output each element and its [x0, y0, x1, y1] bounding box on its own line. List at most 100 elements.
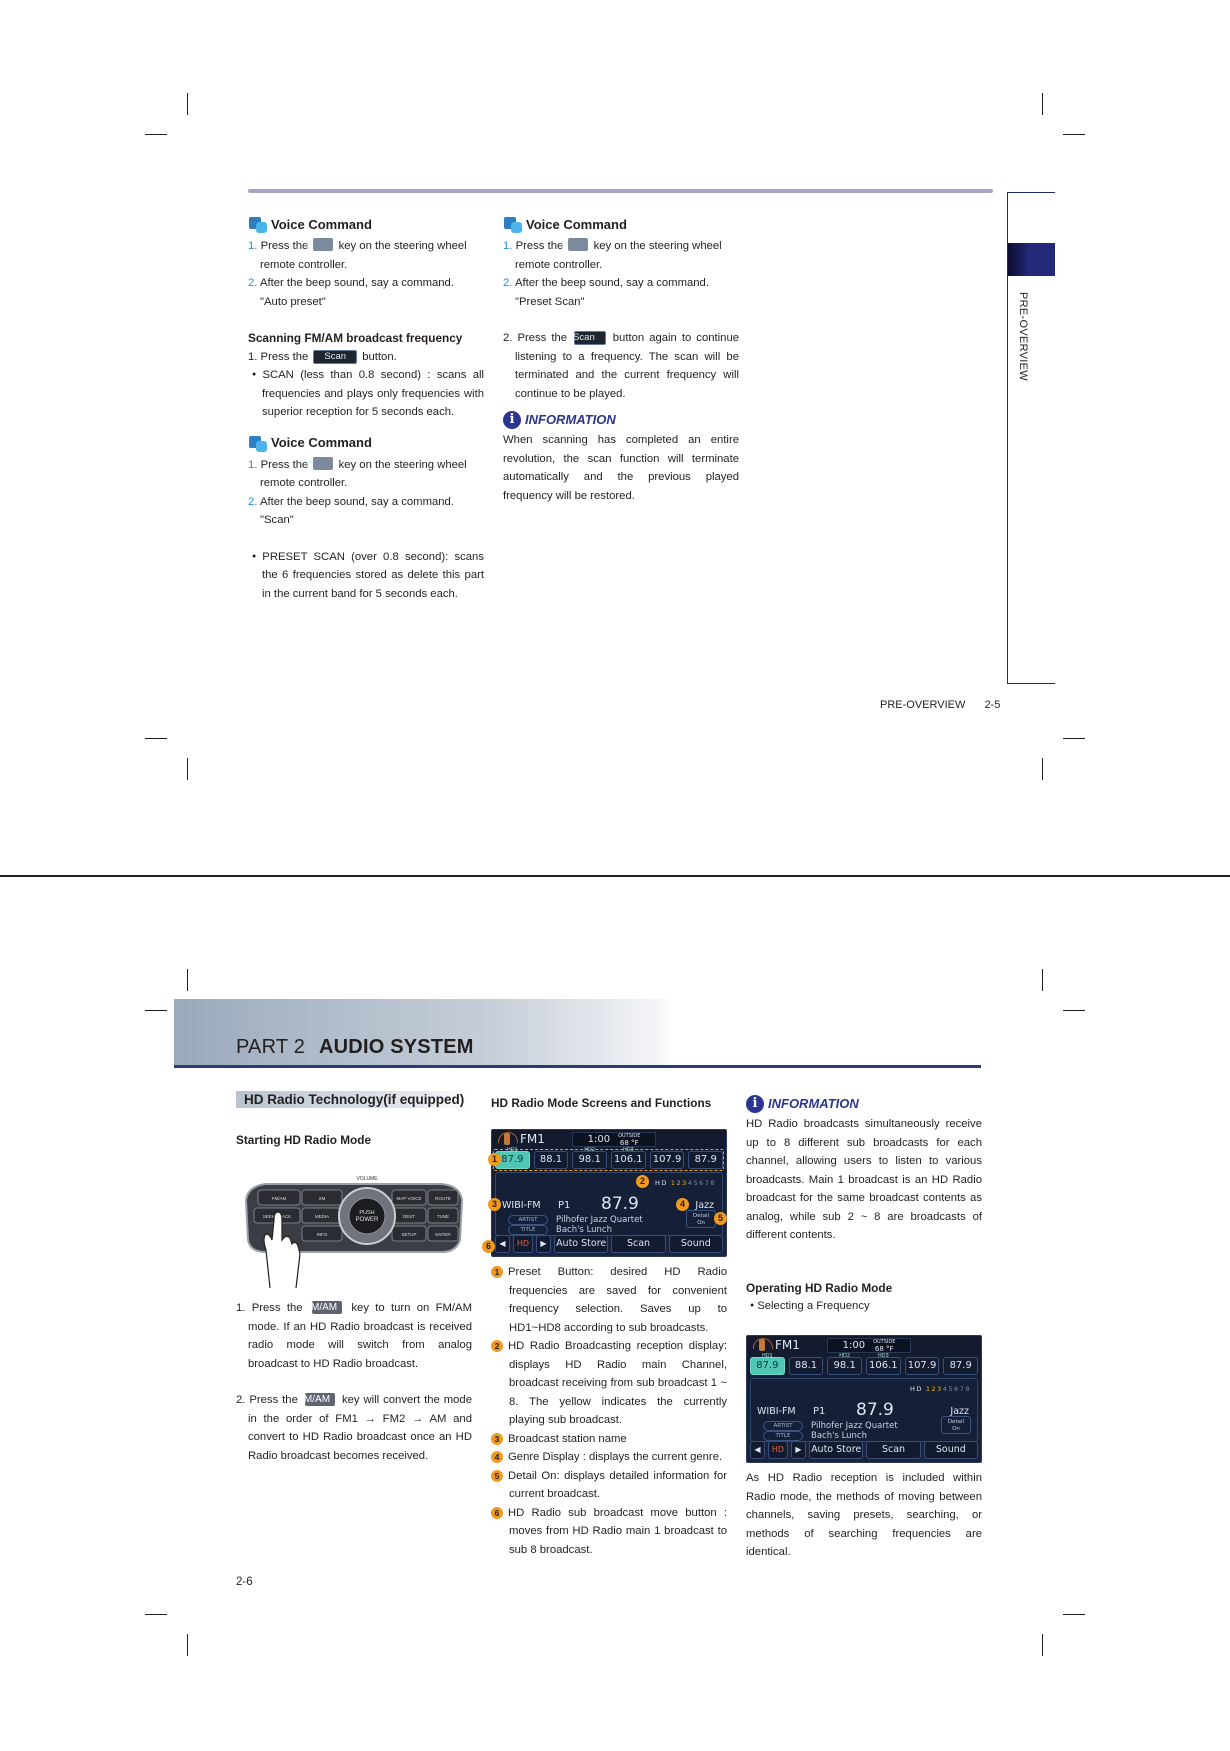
knob-label-push: PUSH — [359, 1210, 374, 1216]
key-text-route: ROUTE — [435, 1196, 451, 1201]
preset-scan-bullet: PRESET SCAN (over 0.8 second): scans the… — [248, 548, 484, 604]
hd-icon-button[interactable]: HD — [768, 1441, 788, 1459]
station-name: WIBI-FM — [757, 1406, 796, 1417]
function-description: Broadcast station name — [508, 1432, 627, 1445]
scan-button[interactable]: Scan — [866, 1441, 921, 1459]
sound-button[interactable]: Sound — [668, 1235, 723, 1253]
frequency-display: 87.9 — [601, 1194, 639, 1214]
preset-button[interactable]: HD1 87.9 — [750, 1353, 785, 1375]
page2-col3: i INFORMATION HD Radio broadcasts simult… — [746, 1093, 982, 1316]
subchannel-number: 8 — [710, 1179, 716, 1187]
hd-closing-text: As HD Radio reception is included within… — [746, 1472, 982, 1558]
page-number: 2-6 — [236, 1576, 253, 1588]
scan-button-chip: Scan — [573, 331, 606, 345]
voice-command-title: Voice Command — [526, 216, 627, 232]
title-value: Bach's Lunch — [811, 1431, 867, 1441]
function-description: HD Radio sub broadcast move button : mov… — [508, 1506, 727, 1556]
hd-function-list: 1 Preset Button: desired HD Radio frequen… — [491, 1263, 727, 1559]
preset-frequency: 87.9 — [756, 1360, 779, 1371]
antenna-icon — [753, 1338, 773, 1352]
preset-hd-tag: HD2 — [839, 1353, 851, 1359]
preset-row: HD1 87.9 88.1 HD2 98.1 HD3 106.1 107.9 87.9 — [750, 1353, 979, 1375]
band-label: FM1 — [775, 1338, 800, 1352]
artist-tag: ARTIST — [508, 1215, 548, 1225]
information-heading: i INFORMATION — [746, 1093, 982, 1115]
preset-button[interactable]: HD3 106.1 — [866, 1353, 901, 1375]
auto-store-button[interactable]: Auto Store — [809, 1441, 864, 1459]
preset-button[interactable]: 107.9 — [904, 1357, 940, 1375]
voice-command-title: Voice Command — [271, 216, 372, 232]
key-text-dest: DEST — [403, 1214, 415, 1219]
auto-store-button[interactable]: Auto Store — [554, 1235, 609, 1253]
voice-command-icon — [248, 216, 268, 234]
title-tag: TITLE — [763, 1431, 803, 1441]
scan-step: 1. Press the Scan button. — [248, 349, 397, 364]
side-tab-label: PRE-OVERVIEW — [1017, 292, 1029, 381]
crop-mark — [1042, 1634, 1043, 1656]
crop-mark — [187, 93, 188, 115]
hd-icon-button[interactable]: HD — [513, 1235, 533, 1253]
voice-command-heading: Voice Command — [503, 215, 739, 235]
preset-frequency: 106.1 — [869, 1360, 898, 1371]
number-badge: 1 — [491, 1266, 503, 1278]
step-item: 1. Press the key on the steering wheel r… — [248, 456, 484, 493]
voice-command-block: Voice Command 1. Press the key on the st… — [503, 215, 739, 311]
crop-mark — [187, 758, 188, 780]
voice-command-icon — [503, 216, 523, 234]
preset-frequency: 107.9 — [907, 1360, 937, 1371]
footer-page-number: 2-5 — [984, 699, 1001, 711]
page1-right-column: Voice Command 1. Press the key on the st… — [503, 215, 739, 505]
info-icon: i — [503, 411, 521, 429]
preset-button[interactable]: 87.9 — [943, 1357, 979, 1375]
crop-mark — [145, 134, 167, 135]
prev-subchannel-button[interactable]: ◀ — [495, 1235, 510, 1253]
callout-2: 2 — [636, 1175, 649, 1188]
preset-frequency: 87.9 — [949, 1360, 972, 1371]
preset-button[interactable]: 88.1 — [788, 1357, 824, 1375]
crop-mark — [187, 969, 188, 991]
section-heading: Starting HD Radio Mode — [236, 1133, 372, 1147]
preset-button[interactable]: HD2 98.1 — [827, 1353, 863, 1375]
voice-command-phrase: "Auto preset" — [260, 295, 326, 308]
crop-mark — [1063, 134, 1085, 135]
crop-mark — [145, 738, 167, 739]
hd-radio-screen: FM1 1:00 OUTSIDE 68 °F HD1 87.9 88.1 HD2 98.1… — [746, 1335, 982, 1463]
number-badge: 4 — [491, 1451, 503, 1463]
detail-on-button[interactable]: Detail On — [941, 1416, 971, 1434]
preset-frequency: 88.1 — [794, 1360, 818, 1371]
fmam-key-chip: FM/AM — [298, 1393, 336, 1406]
section-heading: Operating HD Radio Mode — [746, 1280, 893, 1295]
voice-key-icon — [313, 238, 334, 251]
information-heading: i INFORMATION — [503, 409, 739, 431]
key-text-tune: TUNE — [437, 1214, 449, 1219]
preset-number: P1 — [813, 1406, 826, 1417]
key-text-fmam: FM/AM — [272, 1196, 287, 1201]
header-rule — [248, 189, 993, 193]
now-playing-panel: HD 12345678 WIBI-FM P1 87.9 Jazz ARTIST P… — [750, 1378, 978, 1442]
scan-button-chip: Scan — [313, 349, 358, 364]
knob-label-power: POWER — [356, 1217, 379, 1223]
artist-value: Pilhofer Jazz Quartet — [811, 1421, 898, 1431]
next-subchannel-button[interactable]: ▶ — [791, 1441, 806, 1459]
function-description: Genre Display : displays the current gen… — [508, 1451, 723, 1463]
step-item: 2. Press the FM/AM key will convert the … — [236, 1393, 472, 1462]
key-text-map: MAP VOICE — [397, 1196, 422, 1201]
title-tag: TITLE — [508, 1225, 548, 1235]
preset-hd-tag: HD1 — [761, 1353, 773, 1359]
scan-button[interactable]: Scan — [611, 1235, 666, 1253]
voice-command-title: Voice Command — [271, 435, 372, 451]
callout-4: 4 — [676, 1198, 689, 1211]
page-separator — [0, 875, 1230, 877]
prev-subchannel-button[interactable]: ◀ — [750, 1441, 765, 1459]
crop-mark — [1042, 758, 1043, 780]
artist-tag: ARTIST — [763, 1421, 803, 1431]
power-knob — [348, 1197, 386, 1235]
detail-on-button[interactable]: Detail On — [686, 1210, 716, 1228]
scan-bullet: SCAN (less than 0.8 second) : scans all … — [248, 366, 484, 422]
hd-label: HD — [654, 1179, 668, 1187]
next-subchannel-button[interactable]: ▶ — [536, 1235, 551, 1253]
step-item: 1. Press the FM/AM key to turn on FM/AM … — [236, 1301, 473, 1370]
part-title: PART 2 AUDIO SYSTEM — [236, 1036, 474, 1058]
sound-button[interactable]: Sound — [923, 1441, 978, 1459]
step-item: 2. After the beep sound, say a command. — [248, 495, 454, 508]
